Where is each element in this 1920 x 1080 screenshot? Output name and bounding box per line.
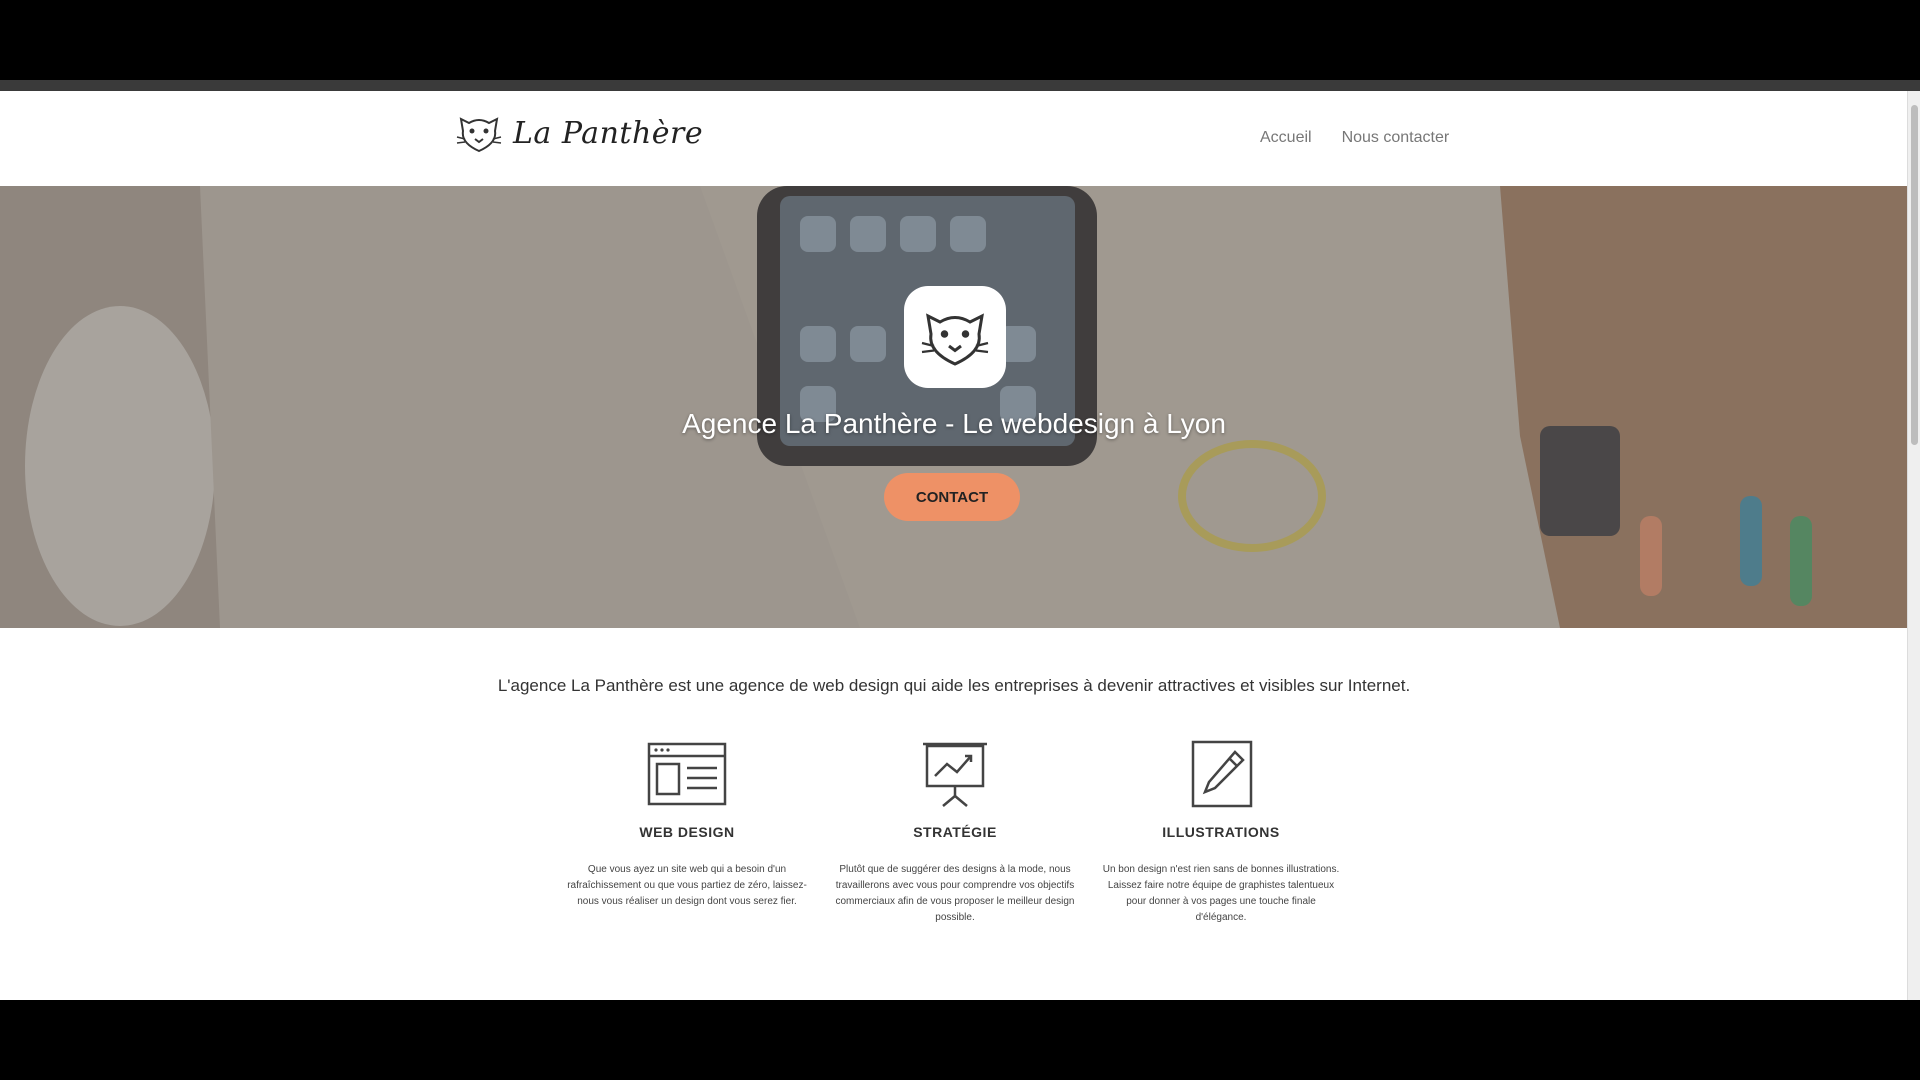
- service-strategie: STRATÉGIE Plutôt que de suggérer des des…: [835, 740, 1075, 926]
- nav-link-accueil[interactable]: Accueil: [1260, 129, 1312, 147]
- service-description: Que vous ayez un site web qui a besoin d…: [567, 864, 807, 907]
- hero-logo-badge: [904, 286, 1006, 388]
- hero-background-photo: [0, 186, 1908, 628]
- service-description: Un bon design n'est rien sans de bonnes …: [1102, 864, 1340, 923]
- nav-link-contact[interactable]: Nous contacter: [1342, 129, 1450, 147]
- intro-text: L'agence La Panthère est une agence de w…: [497, 676, 1411, 695]
- site-logo[interactable]: La Panthère: [455, 109, 703, 157]
- browser-viewport: La Panthère Accueil Nous contacter Agenc…: [0, 80, 1920, 1000]
- service-web-design: WEB DESIGN Que vous ayez un site web qui…: [567, 740, 807, 910]
- logo-text: La Panthère: [513, 115, 704, 151]
- service-illustrations: ILLUSTRATIONS Un bon design n'est rien s…: [1101, 740, 1341, 926]
- service-title: WEB DESIGN: [639, 824, 735, 840]
- web-design-icon: [647, 742, 727, 806]
- hero-banner: Agence La Panthère - Le webdesign à Lyon…: [0, 186, 1908, 628]
- site-header: La Panthère Accueil Nous contacter: [0, 91, 1908, 186]
- panther-logo-icon: [456, 117, 502, 153]
- page-scrollbar[interactable]: [1907, 91, 1920, 1000]
- browser-tab-strip: [0, 80, 1920, 91]
- service-title: ILLUSTRATIONS: [1162, 824, 1280, 840]
- pencil-icon: [1191, 740, 1253, 808]
- contact-button[interactable]: CONTACT: [884, 473, 1020, 521]
- service-title: STRATÉGIE: [913, 824, 997, 840]
- hero-title: Agence La Panthère - Le webdesign à Lyon: [682, 408, 1226, 439]
- service-description: Plutôt que de suggérer des designs à la …: [835, 864, 1075, 923]
- panther-head-icon: [921, 313, 989, 366]
- strategy-icon: [923, 742, 987, 807]
- main-nav: Accueil Nous contacter: [1260, 129, 1449, 147]
- scrollbar-thumb[interactable]: [1911, 105, 1918, 445]
